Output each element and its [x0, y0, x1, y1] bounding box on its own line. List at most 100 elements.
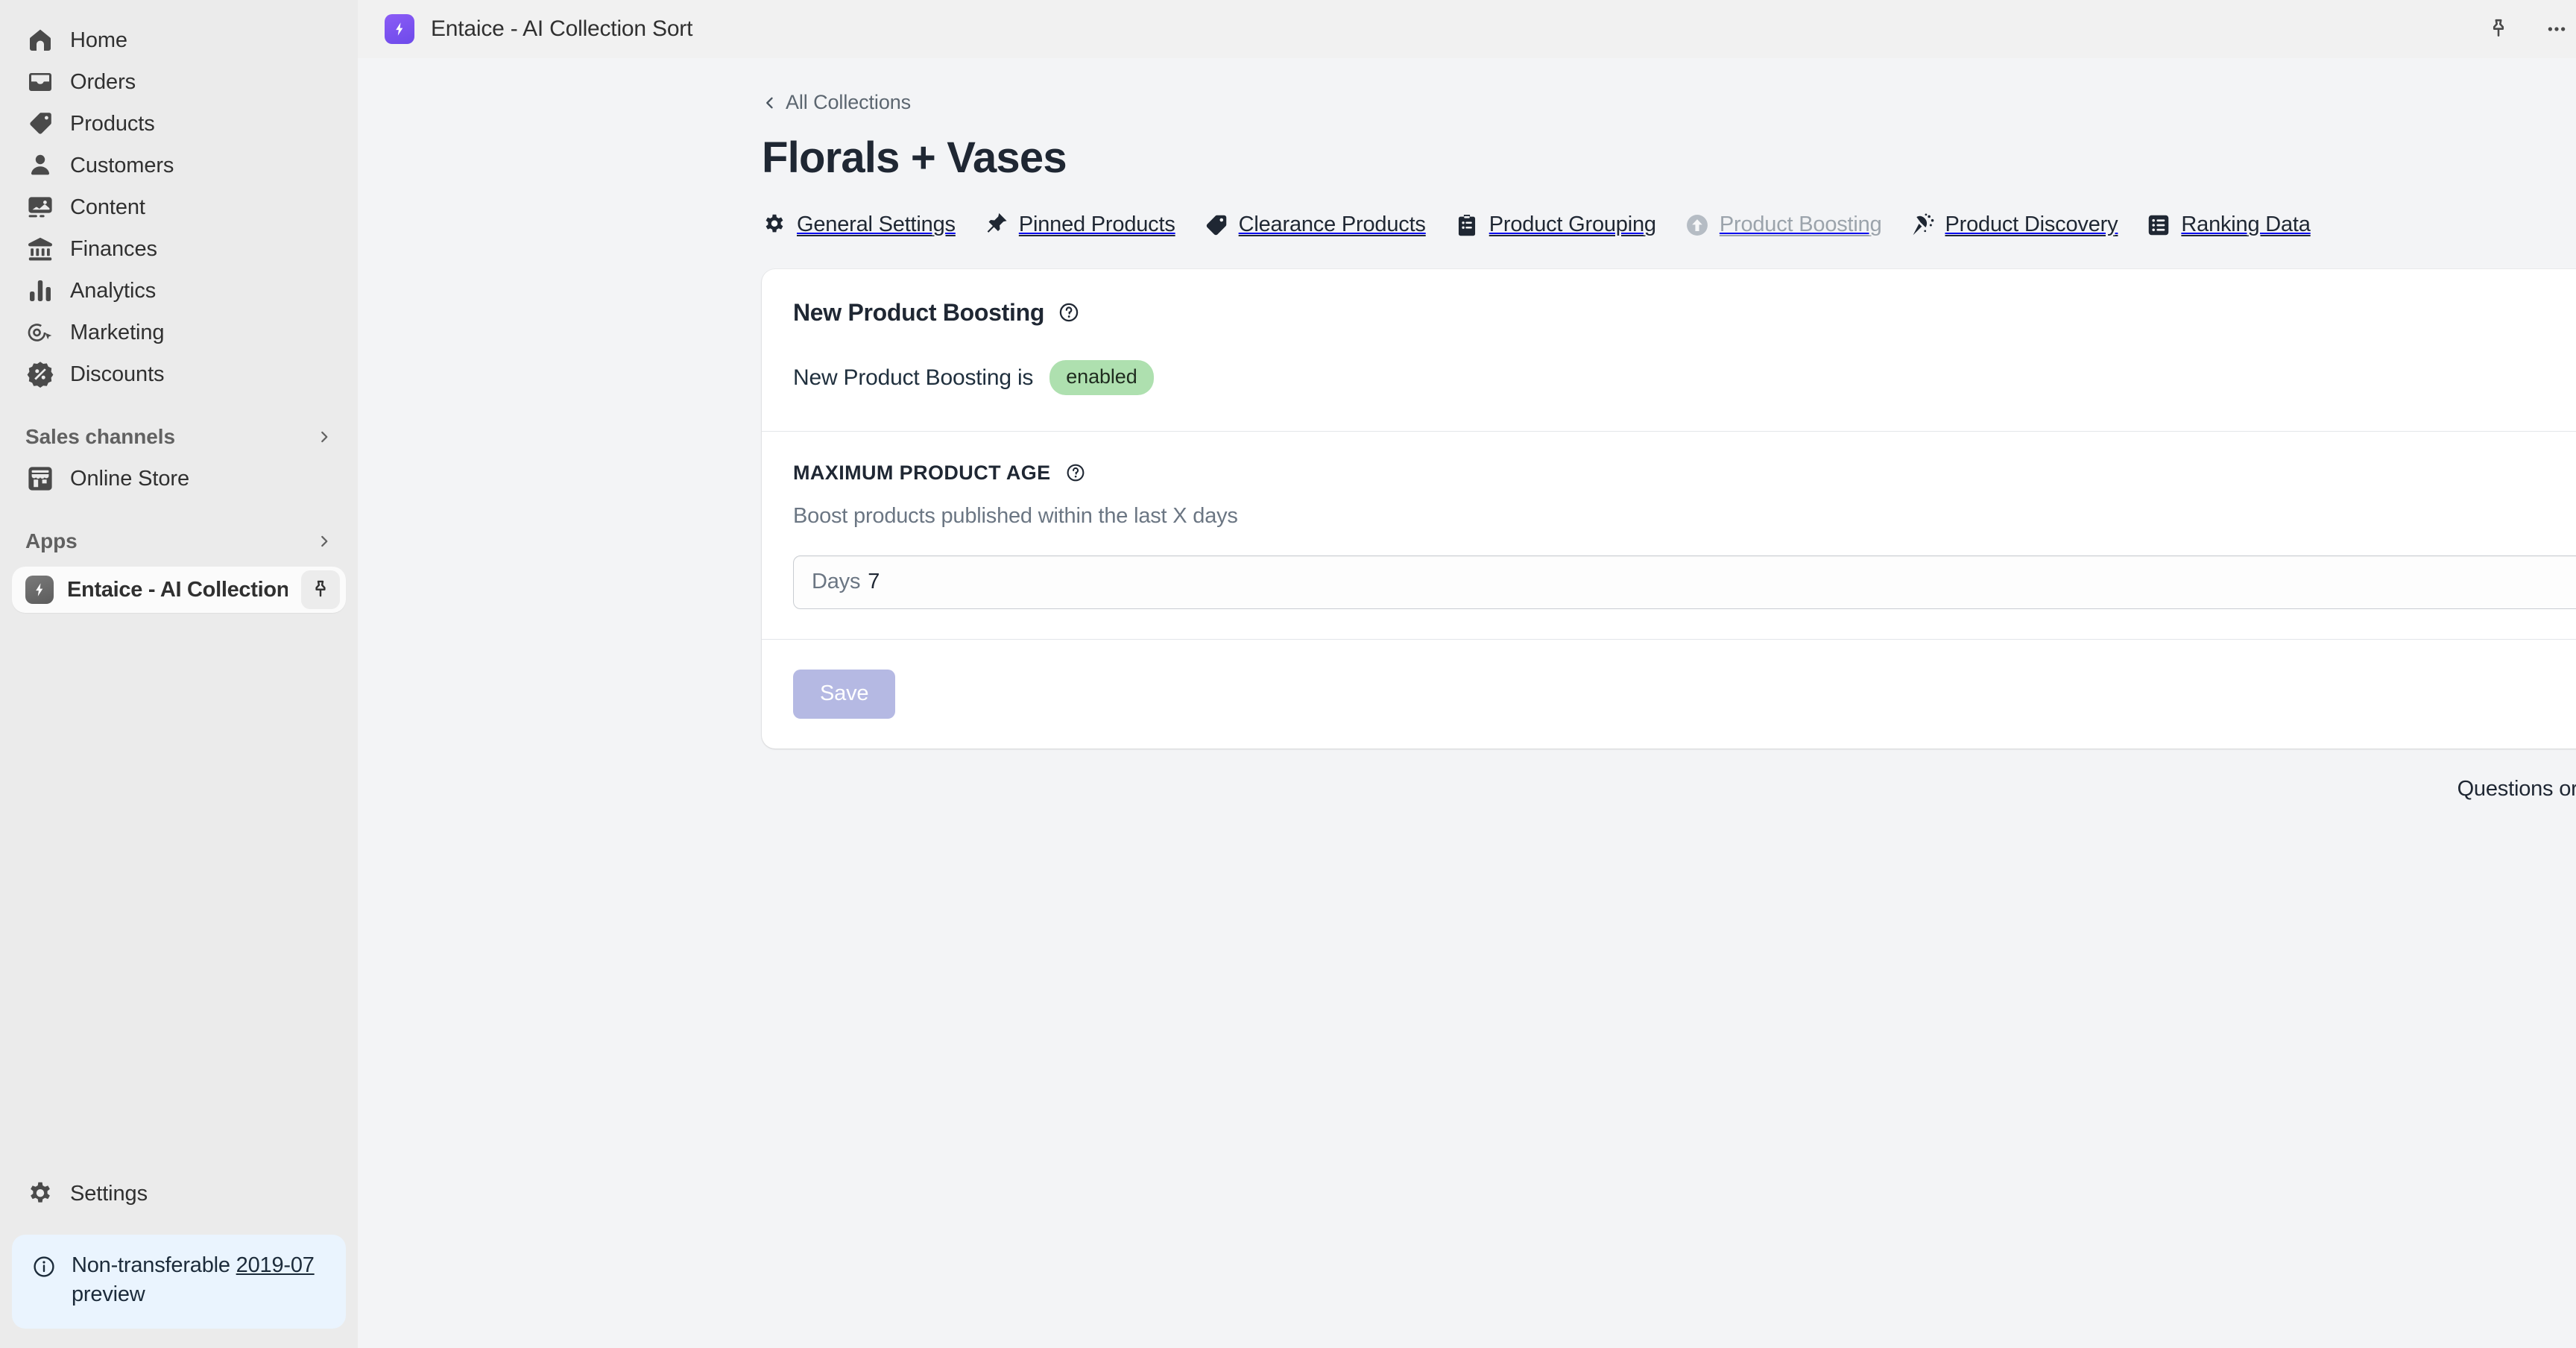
sidebar-item-orders[interactable]: Orders — [12, 61, 346, 103]
status-row: New Product Boosting is enabled Disable — [793, 355, 2576, 401]
gear-icon — [762, 212, 787, 238]
sidebar-item-customers[interactable]: Customers — [12, 145, 346, 186]
page-content: All Collections Florals + Vases General … — [358, 58, 2576, 1348]
products-tag-icon — [25, 109, 55, 139]
field-description: Boost products published within the last… — [793, 503, 1238, 528]
tab-label: Clearance Products — [1238, 212, 1426, 236]
app-title: Entaice - AI Collection Sort — [431, 16, 693, 41]
confetti-icon — [1910, 212, 1936, 238]
app-topbar: Entaice - AI Collection Sort — [358, 0, 2576, 58]
card-section-status: New Product Boosting New Product Boostin… — [762, 269, 2576, 431]
sidebar-item-analytics[interactable]: Analytics — [12, 270, 346, 312]
field-label: MAXIMUM PRODUCT AGE — [793, 461, 1051, 484]
tab-ranking-data[interactable]: Ranking Data — [2146, 212, 2311, 238]
pin-icon[interactable] — [2478, 8, 2519, 50]
pin-icon[interactable] — [301, 570, 340, 609]
input-value: 7 — [868, 570, 880, 593]
sales-channels-list: Online Store — [0, 458, 358, 500]
tab-label: Pinned Products — [1018, 212, 1175, 236]
tab-product-discovery[interactable]: Product Discovery — [1910, 212, 2118, 238]
tab-clearance-products[interactable]: Clearance Products — [1204, 212, 1426, 238]
content-image-icon — [25, 192, 55, 222]
card-section-max-product-age: MAXIMUM PRODUCT AGE Boost products publi… — [762, 430, 2576, 639]
finances-bank-icon — [25, 234, 55, 264]
status-left: New Product Boosting is enabled — [793, 360, 1154, 395]
tab-product-grouping[interactable]: Product Grouping — [1454, 212, 1656, 238]
sidebar-item-label: Finances — [70, 236, 157, 261]
tab-label: Product Discovery — [1945, 212, 2118, 236]
save-button[interactable]: Save — [793, 669, 896, 719]
apps-title: Apps — [25, 529, 78, 552]
tag-icon — [1204, 212, 1229, 238]
breadcrumb[interactable]: All Collections — [762, 91, 911, 114]
info-circle-icon — [31, 1251, 58, 1309]
card-header: New Product Boosting — [793, 299, 2576, 327]
sidebar-item-online-store[interactable]: Online Store — [12, 458, 346, 500]
customers-person-icon — [25, 151, 55, 180]
arrow-up-circle-icon — [1685, 212, 1710, 238]
sidebar-item-entaice-app[interactable]: Entaice - AI Collection... — [12, 567, 346, 613]
sidebar-item-products[interactable]: Products — [12, 103, 346, 145]
sidebar-nav: Home Orders Products Customers Content F… — [0, 19, 358, 395]
analytics-bars-icon — [25, 276, 55, 306]
sidebar-item-label: Settings — [70, 1182, 148, 1206]
home-icon — [25, 25, 55, 55]
main-panel: Entaice - AI Collection Sort All Collect… — [358, 0, 2576, 1348]
sidebar-item-label: Content — [70, 195, 145, 219]
sidebar-item-home[interactable]: Home — [12, 19, 346, 61]
sidebar-section-sales-channels[interactable]: Sales channels — [0, 416, 358, 458]
sidebar-item-content[interactable]: Content — [12, 186, 346, 228]
sidebar-item-label: Products — [70, 111, 155, 136]
notice-version-link[interactable]: 2019-07 — [236, 1253, 315, 1277]
max-product-age-input[interactable]: Days 7 — [793, 555, 2576, 609]
tab-label: Product Boosting — [1719, 212, 1882, 236]
chevron-right-icon[interactable] — [316, 429, 332, 445]
discounts-badge-icon — [25, 359, 55, 389]
card-section-actions: Save — [762, 638, 2576, 749]
marketing-target-icon — [25, 318, 55, 347]
storefront-icon — [25, 464, 55, 494]
tab-product-boosting[interactable]: Product Boosting — [1685, 212, 1882, 238]
sidebar-settings-list: Settings — [0, 1174, 358, 1215]
orders-icon — [25, 67, 55, 97]
sidebar-item-marketing[interactable]: Marketing — [12, 312, 346, 353]
sidebar-section-apps[interactable]: Apps — [0, 520, 358, 562]
sidebar-item-label: Discounts — [70, 362, 165, 386]
list-icon — [2146, 212, 2171, 238]
app-root: Home Orders Products Customers Content F… — [0, 0, 2576, 1348]
gear-icon — [25, 1180, 55, 1209]
page-title: Florals + Vases — [762, 133, 1067, 182]
sidebar-item-label: Analytics — [70, 278, 157, 303]
chevron-right-icon[interactable] — [316, 533, 332, 549]
pinned-apps-list: Entaice - AI Collection... — [0, 567, 358, 613]
status-badge: enabled — [1049, 360, 1154, 395]
sidebar-item-settings[interactable]: Settings — [12, 1174, 346, 1215]
sidebar-item-label: Entaice - AI Collection... — [67, 577, 288, 602]
input-prefix-label: Days — [812, 570, 861, 593]
tab-pinned-products[interactable]: Pinned Products — [984, 212, 1175, 238]
sidebar-item-finances[interactable]: Finances — [12, 228, 346, 270]
tab-general-settings[interactable]: General Settings — [762, 212, 956, 238]
footer-question-text: Questions or comments? — [2457, 776, 2576, 801]
page-container: All Collections Florals + Vases General … — [358, 58, 2576, 804]
breadcrumb-label: All Collections — [786, 91, 912, 113]
chevron-left-icon — [762, 95, 778, 111]
ellipsis-horizontal-icon[interactable] — [2536, 8, 2576, 50]
section-tabs: General Settings Pinned Products Clearan… — [762, 212, 2549, 238]
sidebar-item-discounts[interactable]: Discounts — [12, 353, 346, 395]
bolt-icon — [25, 576, 54, 604]
help-circle-icon[interactable] — [1058, 301, 1080, 324]
field-header: MAXIMUM PRODUCT AGE — [793, 462, 2576, 485]
new-product-boosting-card: New Product Boosting New Product Boostin… — [762, 268, 2576, 749]
help-circle-icon[interactable] — [1064, 462, 1087, 484]
sales-channels-title: Sales channels — [25, 425, 175, 448]
pin-icon — [984, 212, 1009, 238]
sidebar-item-label: Home — [70, 28, 127, 52]
sidebar-item-label: Customers — [70, 153, 174, 177]
clipboard-list-icon — [1454, 212, 1480, 238]
tab-label: General Settings — [797, 212, 956, 236]
non-transferable-notice: Non-transferable 2019-07 preview — [12, 1234, 346, 1329]
footer-note: Questions or comments? Contact Entaice! — [762, 777, 2576, 804]
sidebar-item-label: Online Store — [70, 466, 189, 491]
notice-suffix: preview — [72, 1282, 145, 1306]
